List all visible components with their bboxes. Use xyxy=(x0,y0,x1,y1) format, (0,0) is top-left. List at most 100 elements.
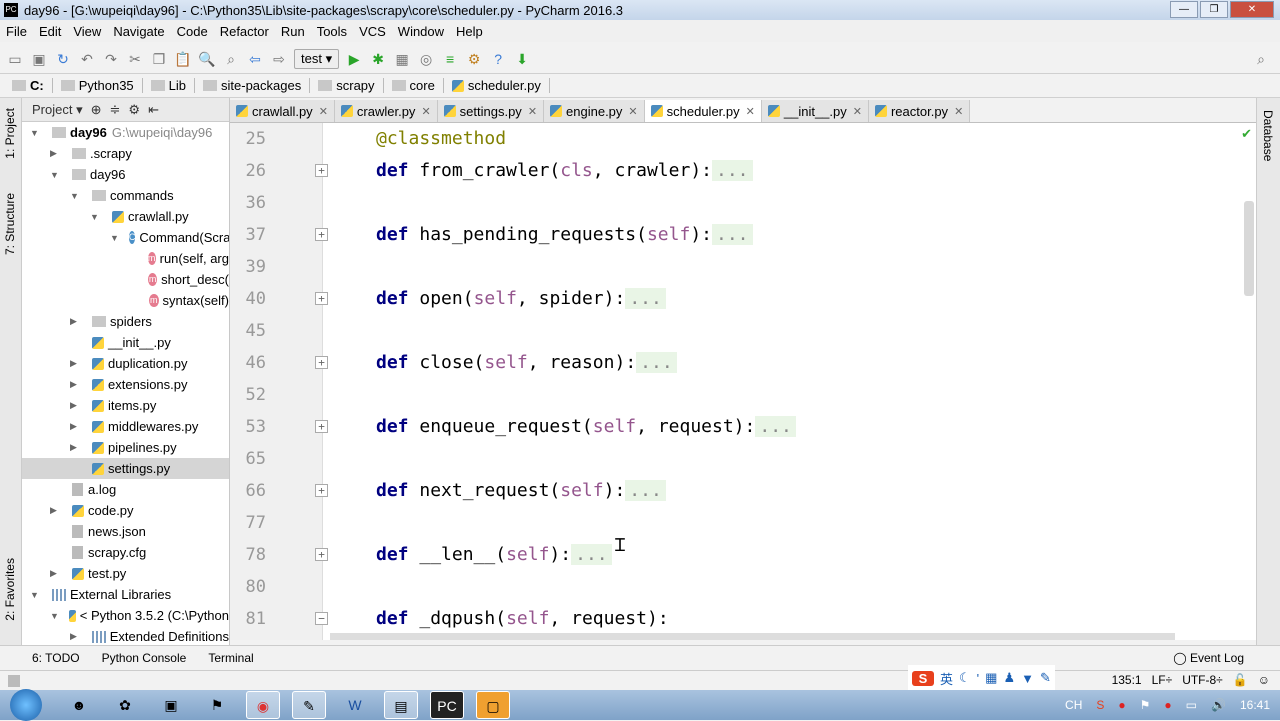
gear-icon[interactable]: ⚙ xyxy=(128,102,140,118)
tray-lang[interactable]: CH xyxy=(1065,698,1082,712)
tree-item[interactable]: ▶ .scrapy xyxy=(22,143,229,164)
collapsed-arrow-icon[interactable]: ▶ xyxy=(50,148,62,159)
maximize-button[interactable]: ❐ xyxy=(1200,1,1228,18)
run-icon[interactable]: ▶ xyxy=(345,50,363,68)
collapsed-arrow-icon[interactable]: ▶ xyxy=(70,421,82,432)
vertical-scrollbar[interactable] xyxy=(1244,201,1254,296)
taskbar-word-icon[interactable]: W xyxy=(338,691,372,719)
expanded-arrow-icon[interactable]: ▼ xyxy=(50,170,62,180)
side-tab-project[interactable]: 1: Project xyxy=(3,108,17,159)
expand-fold-icon[interactable]: + xyxy=(315,292,328,305)
collapsed-arrow-icon[interactable]: ▶ xyxy=(70,400,82,411)
run-config-select[interactable]: test ▾ xyxy=(294,48,340,69)
tree-item[interactable]: ▶ code.py xyxy=(22,500,229,521)
line-separator[interactable]: LF÷ xyxy=(1152,673,1173,687)
tree-item[interactable]: news.json xyxy=(22,521,229,542)
tree-item[interactable]: ▼ C Command(Scra xyxy=(22,227,229,248)
taskbar-tool-icon[interactable]: ⚑ xyxy=(200,691,234,719)
breadcrumb-item[interactable]: scrapy xyxy=(314,78,384,93)
tab-schedulerpy[interactable]: scheduler.py ✕ xyxy=(644,100,762,122)
help-icon[interactable]: ? xyxy=(489,50,507,68)
copy-icon[interactable]: ❐ xyxy=(150,50,168,68)
expand-fold-icon[interactable]: + xyxy=(315,228,328,241)
todo-tool-button[interactable]: 6: TODO xyxy=(32,651,80,665)
save-icon[interactable]: ▣ xyxy=(30,50,48,68)
tree-item[interactable]: ▼ External Libraries xyxy=(22,584,229,605)
collapsed-arrow-icon[interactable]: ▶ xyxy=(70,379,82,390)
close-tab-icon[interactable]: ✕ xyxy=(746,105,755,118)
collapsed-arrow-icon[interactable]: ▶ xyxy=(50,568,62,579)
find-icon[interactable]: 🔍 xyxy=(198,50,216,68)
folded-region[interactable]: ... xyxy=(625,288,666,309)
expand-fold-icon[interactable]: + xyxy=(315,420,328,433)
sdk-manager-icon[interactable]: ⬇ xyxy=(513,50,531,68)
breadcrumb-item[interactable]: site-packages xyxy=(199,78,311,93)
debug-icon[interactable]: ✱ xyxy=(369,50,387,68)
wrench-icon[interactable]: ✎ xyxy=(1040,670,1051,686)
tree-item[interactable]: ▶ items.py xyxy=(22,395,229,416)
close-button[interactable]: ✕ xyxy=(1230,1,1274,18)
tree-item[interactable]: ▶ Extended Definitions xyxy=(22,626,229,645)
tree-item[interactable]: m run(self, arg xyxy=(22,248,229,269)
tree-item[interactable]: ▶ spiders xyxy=(22,311,229,332)
expanded-arrow-icon[interactable]: ▼ xyxy=(50,611,59,621)
settings-icon[interactable]: ⚙ xyxy=(465,50,483,68)
tab-enginepy[interactable]: engine.py ✕ xyxy=(544,100,645,122)
menu-navigate[interactable]: Navigate xyxy=(107,24,170,39)
folded-region[interactable]: ... xyxy=(571,544,612,565)
tab-crawlerpy[interactable]: crawler.py ✕ xyxy=(334,100,438,122)
python-console-button[interactable]: Python Console xyxy=(102,651,187,665)
expand-fold-icon[interactable]: + xyxy=(315,484,328,497)
tree-item[interactable]: ▶ duplication.py xyxy=(22,353,229,374)
punct-icon[interactable]: ' xyxy=(977,671,979,686)
tree-item[interactable]: ▼ commands xyxy=(22,185,229,206)
close-tab-icon[interactable]: ✕ xyxy=(319,105,328,118)
taskbar-ppt-icon[interactable]: ▢ xyxy=(476,691,510,719)
forward-icon[interactable]: ⇨ xyxy=(270,50,288,68)
moon-icon[interactable]: ☾ xyxy=(959,670,971,686)
cut-icon[interactable]: ✂ xyxy=(126,50,144,68)
menu-tools[interactable]: Tools xyxy=(311,24,353,39)
tree-item[interactable]: a.log xyxy=(22,479,229,500)
concurrency-icon[interactable]: ≡ xyxy=(441,50,459,68)
paste-icon[interactable]: 📋 xyxy=(174,50,192,68)
folded-region[interactable]: ... xyxy=(636,352,677,373)
collapse-fold-icon[interactable]: − xyxy=(315,612,328,625)
hide-icon[interactable]: ⇤ xyxy=(148,102,159,118)
expand-fold-icon[interactable]: + xyxy=(315,356,328,369)
taskbar-explorer-icon[interactable]: ▤ xyxy=(384,691,418,719)
expand-fold-icon[interactable]: + xyxy=(315,164,328,177)
lock-icon[interactable]: 🔓 xyxy=(1233,673,1248,687)
folded-region[interactable]: ... xyxy=(712,224,753,245)
collapsed-arrow-icon[interactable]: ▶ xyxy=(70,316,82,327)
collapsed-arrow-icon[interactable]: ▶ xyxy=(70,631,82,642)
tree-item[interactable]: ▼ day96 G:\wupeiqi\day96 xyxy=(22,122,229,143)
taskbar-app-icon[interactable]: ☻ xyxy=(62,691,96,719)
tray-network-icon[interactable]: ▭ xyxy=(1186,698,1197,712)
expanded-arrow-icon[interactable]: ▼ xyxy=(110,233,119,243)
minimize-button[interactable]: — xyxy=(1170,1,1198,18)
caret-position[interactable]: 135:1 xyxy=(1112,673,1142,687)
breadcrumb-item[interactable]: scheduler.py xyxy=(448,78,550,93)
tab-reactorpy[interactable]: reactor.py ✕ xyxy=(868,100,971,122)
clock[interactable]: 16:41 xyxy=(1240,698,1270,712)
tree-item[interactable]: m syntax(self) xyxy=(22,290,229,311)
menu-code[interactable]: Code xyxy=(171,24,214,39)
undo-icon[interactable]: ↶ xyxy=(78,50,96,68)
side-tab-structure[interactable]: 7: Structure xyxy=(3,193,17,255)
close-tab-icon[interactable]: ✕ xyxy=(853,105,862,118)
tree-item[interactable]: ▼ day96 xyxy=(22,164,229,185)
back-icon[interactable]: ⇦ xyxy=(246,50,264,68)
menu-file[interactable]: File xyxy=(0,24,33,39)
tray-sogou-icon[interactable]: S xyxy=(1096,698,1104,712)
taskbar-save-icon[interactable]: ▣ xyxy=(154,691,188,719)
taskbar-pycharm-icon[interactable]: PC xyxy=(430,691,464,719)
locate-icon[interactable]: ⊕ xyxy=(91,102,102,118)
open-folder-icon[interactable]: ▭ xyxy=(6,50,24,68)
inspector-icon[interactable]: ☺ xyxy=(1258,673,1270,687)
tray-tool-icon[interactable]: ⚑ xyxy=(1140,698,1151,712)
encoding[interactable]: UTF-8÷ xyxy=(1182,673,1223,687)
tab-initpy[interactable]: __init__.py ✕ xyxy=(761,100,869,122)
close-tab-icon[interactable]: ✕ xyxy=(421,105,430,118)
project-view-select[interactable]: Project ▾ xyxy=(32,102,83,118)
